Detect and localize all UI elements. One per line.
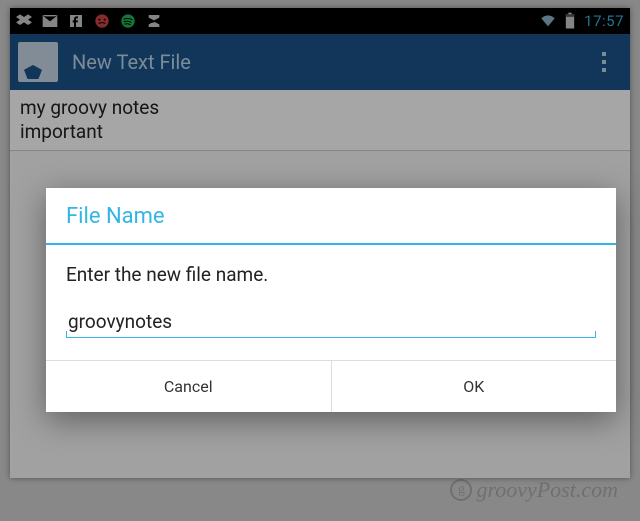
dialog-title: File Name [46, 188, 616, 245]
ok-button[interactable]: OK [331, 361, 617, 412]
dialog-button-bar: Cancel OK [46, 360, 616, 412]
watermark: g groovyPost.com [450, 477, 618, 503]
dialog-message: Enter the new file name. [46, 245, 616, 296]
cancel-button[interactable]: Cancel [46, 361, 331, 412]
watermark-icon: g [450, 479, 472, 501]
device-screen: 17:57 New Text File my groovy notes impo… [10, 8, 630, 478]
watermark-text: groovyPost.com [476, 477, 618, 503]
file-name-input[interactable] [66, 304, 596, 338]
file-name-dialog: File Name Enter the new file name. Cance… [46, 188, 616, 412]
